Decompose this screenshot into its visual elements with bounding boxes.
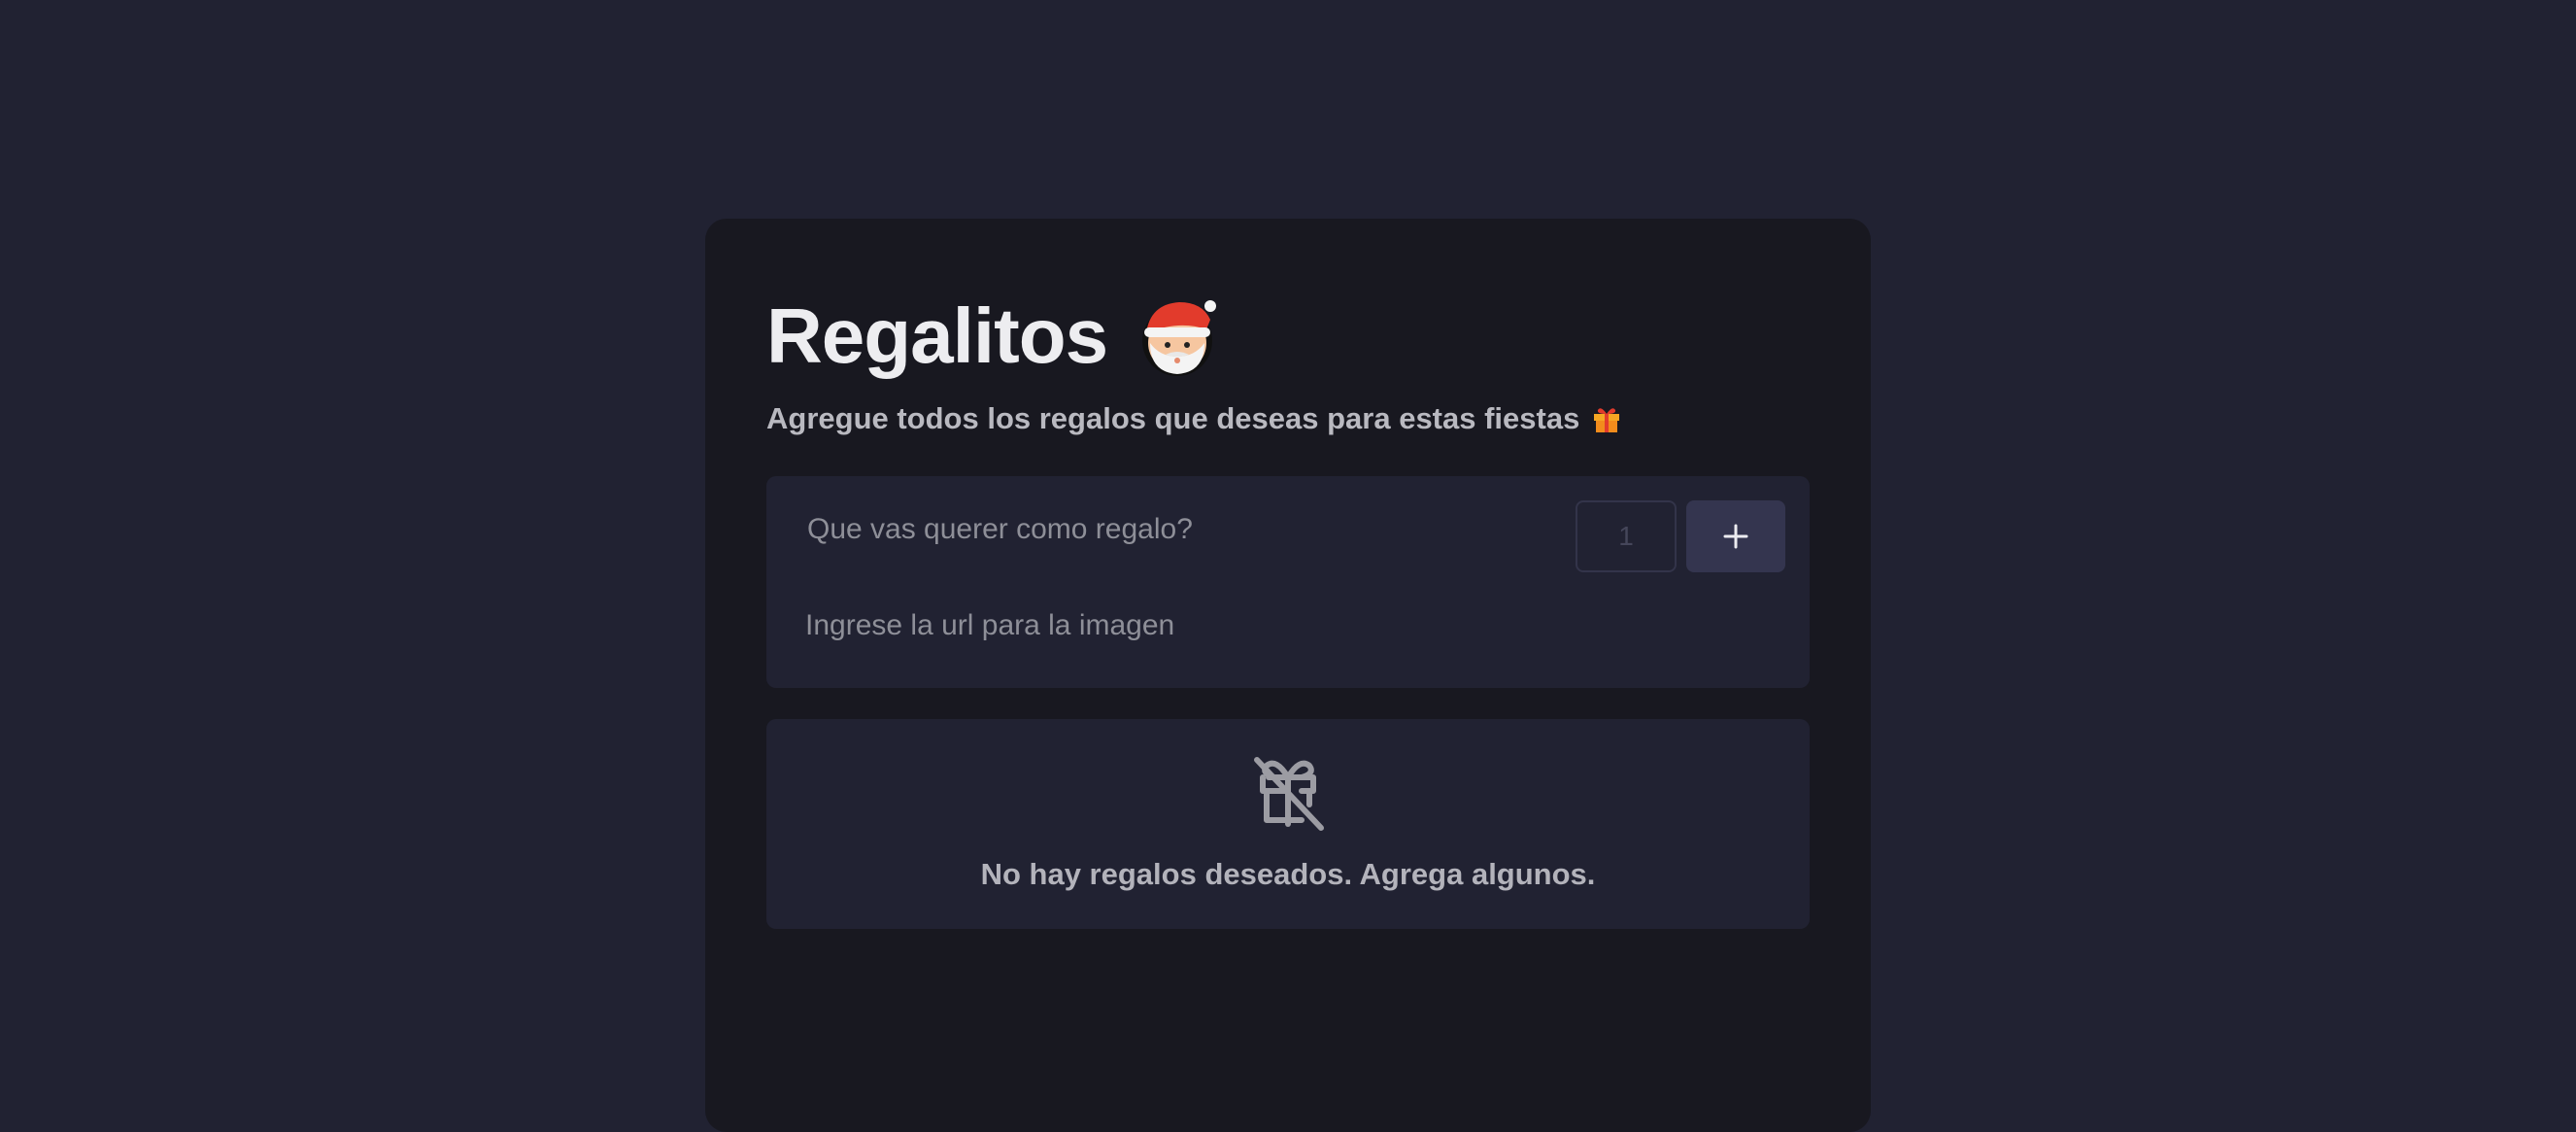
quantity-input[interactable] [1576,500,1677,572]
page-subtitle: Agregue todos los regalos que deseas par… [766,401,1580,435]
santa-claus-icon [1142,300,1217,376]
page-title: Regalitos [766,292,1108,379]
gift-off-icon [1254,757,1324,831]
image-url-input[interactable] [766,590,1810,662]
plus-icon [1723,524,1748,549]
empty-state: No hay regalos deseados. Agrega algunos. [766,719,1810,929]
empty-state-message: No hay regalos deseados. Agrega algunos. [980,857,1596,891]
add-gift-form [766,476,1810,688]
gift-list-card: Regalitos Agregue todos los regalos que … [705,219,1871,1132]
wrapped-gift-icon [1594,408,1620,432]
gift-name-input[interactable] [766,494,1543,566]
add-gift-button[interactable] [1686,500,1785,572]
subtitle-row: Agregue todos los regalos que deseas par… [766,401,1622,436]
title-row: Regalitos [766,294,1220,378]
